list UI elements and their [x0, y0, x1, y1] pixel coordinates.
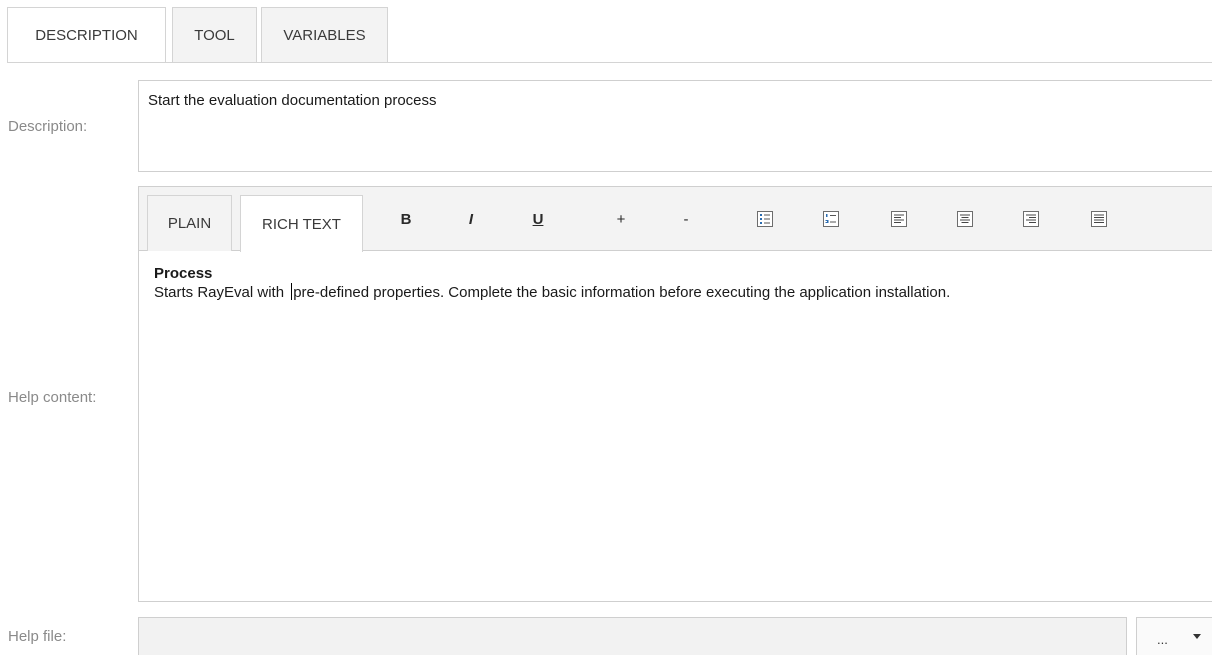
tab-rich-text-label: RICH TEXT — [262, 215, 341, 233]
help-content-text-area[interactable]: Process Starts RayEval with pre-defined … — [139, 251, 1212, 601]
description-label: Description: — [8, 118, 88, 135]
justify-button[interactable] — [1087, 207, 1111, 231]
bulleted-list-icon — [757, 211, 773, 227]
description-value: Start the evaluation documentation proce… — [148, 92, 437, 109]
editor-toolbar: PLAIN RICH TEXT B I U + - — [139, 187, 1212, 252]
align-right-icon — [1023, 211, 1039, 227]
browse-file-button[interactable]: ... — [1136, 617, 1212, 655]
help-content-label: Help content: — [8, 389, 97, 406]
description-field[interactable]: Start the evaluation documentation proce… — [138, 80, 1212, 172]
tab-plain[interactable]: PLAIN — [147, 195, 232, 251]
top-tab-bar: DESCRIPTION TOOL VARIABLES — [7, 7, 392, 63]
tab-tool-label: TOOL — [194, 26, 235, 44]
decrease-indent-button[interactable]: - — [674, 207, 698, 231]
align-center-button[interactable] — [953, 207, 977, 231]
underline-button[interactable]: U — [526, 207, 550, 231]
properties-panel: DESCRIPTION TOOL VARIABLES Description: … — [0, 0, 1212, 655]
help-file-label: Help file: — [8, 628, 67, 645]
align-center-icon — [957, 211, 973, 227]
bulleted-list-button[interactable] — [753, 207, 777, 231]
help-content-editor: PLAIN RICH TEXT B I U + - Process Starts… — [138, 186, 1212, 602]
tab-rich-text[interactable]: RICH TEXT — [240, 195, 363, 252]
tab-description[interactable]: DESCRIPTION — [7, 7, 166, 63]
help-file-field[interactable] — [138, 617, 1127, 655]
justify-icon — [1091, 211, 1107, 227]
tab-variables-label: VARIABLES — [283, 26, 366, 44]
content-text-before-caret: Starts RayEval with — [154, 284, 289, 301]
numbered-list-button[interactable] — [819, 207, 843, 231]
tab-variables[interactable]: VARIABLES — [261, 7, 388, 62]
tab-plain-label: PLAIN — [167, 215, 212, 232]
tab-description-label: DESCRIPTION — [35, 27, 138, 44]
numbered-list-icon — [823, 211, 839, 227]
content-heading: Process — [154, 265, 213, 282]
increase-indent-button[interactable]: + — [609, 207, 633, 231]
chevron-down-icon — [1193, 634, 1201, 639]
content-text-after-caret: pre-defined properties. Complete the bas… — [293, 284, 951, 301]
tab-tool[interactable]: TOOL — [172, 7, 257, 62]
align-left-button[interactable] — [887, 207, 911, 231]
align-right-button[interactable] — [1019, 207, 1043, 231]
italic-button[interactable]: I — [459, 207, 483, 231]
tab-bar-divider — [8, 62, 1212, 63]
bold-button[interactable]: B — [394, 207, 418, 231]
browse-label: ... — [1157, 632, 1168, 647]
content-paragraph: Starts RayEval with pre-defined properti… — [154, 283, 1202, 302]
align-left-icon — [891, 211, 907, 227]
